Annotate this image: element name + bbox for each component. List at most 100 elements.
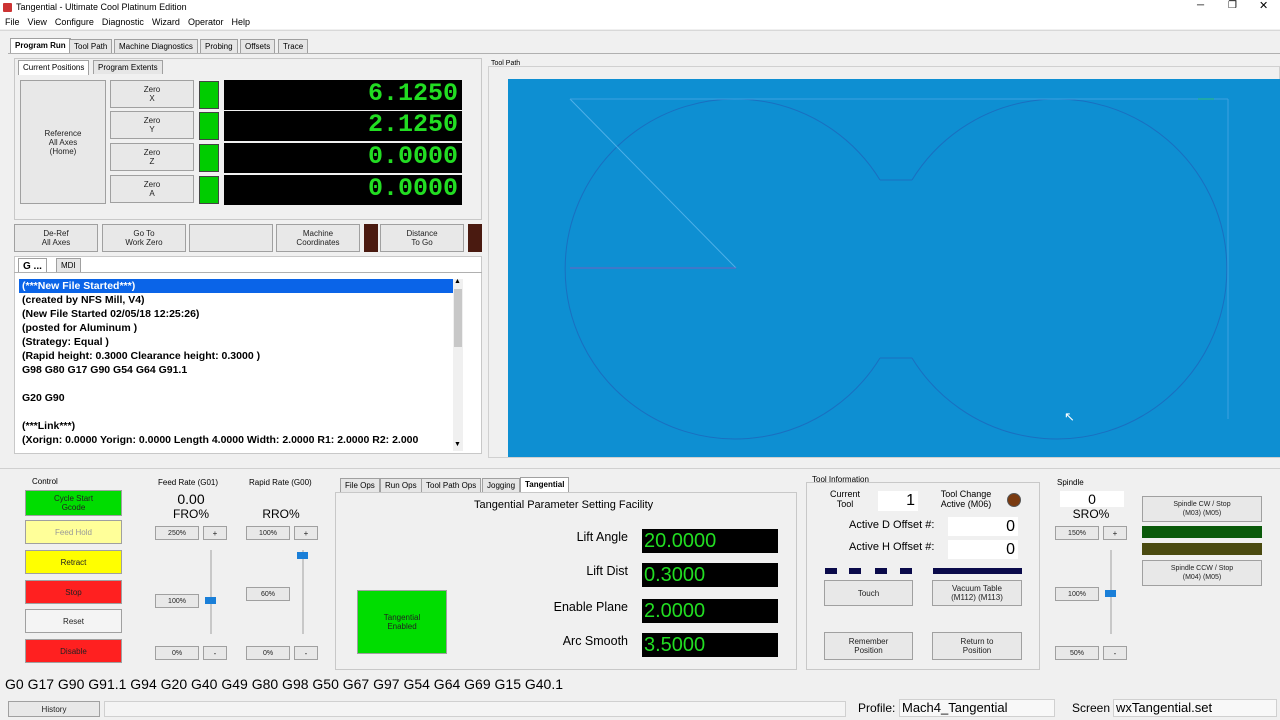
sro-max-button[interactable]: 150%	[1055, 526, 1099, 540]
deref-all-axes-button[interactable]: De-Ref All Axes	[14, 224, 98, 252]
remember-position-button[interactable]: Remember Position	[824, 632, 913, 660]
fro-min-button[interactable]: 0%	[155, 646, 199, 660]
close-icon[interactable]: ✕	[1259, 0, 1268, 12]
disable-button[interactable]: Disable	[25, 639, 122, 663]
sro-plus-button[interactable]: +	[1103, 526, 1127, 540]
tab-current-positions[interactable]: Current Positions	[18, 60, 90, 75]
rro-plus-button[interactable]: +	[294, 526, 318, 540]
rro-minus-button[interactable]: -	[294, 646, 318, 660]
dro-z[interactable]: 0.0000	[224, 143, 462, 173]
tab-gcode[interactable]: G ...	[18, 258, 47, 273]
sro-min-button[interactable]: 50%	[1055, 646, 1099, 660]
gcode-line[interactable]: G20 G90	[19, 391, 453, 405]
menu-configure[interactable]: Configure	[55, 15, 94, 29]
scroll-down-icon[interactable]: ▼	[454, 441, 461, 448]
tab-machine-diagnostics[interactable]: Machine Diagnostics	[114, 39, 198, 53]
zero-y-button[interactable]: Zero Y	[110, 111, 194, 139]
tab-program-run[interactable]: Program Run	[10, 38, 71, 53]
menu-wizard[interactable]: Wizard	[152, 15, 180, 29]
rro-min-button[interactable]: 0%	[246, 646, 290, 660]
menu-view[interactable]: View	[28, 15, 47, 29]
tab-program-extents[interactable]: Program Extents	[93, 60, 163, 74]
sro-slider-thumb[interactable]	[1105, 590, 1116, 597]
app-icon	[3, 3, 12, 12]
feed-hold-button[interactable]: Feed Hold	[25, 520, 122, 544]
gcode-line[interactable]: (created by NFS Mill, V4)	[19, 293, 453, 307]
mouse-cursor-icon: ↖	[1064, 409, 1075, 424]
feed-rate-title: Feed Rate (G01)	[158, 478, 219, 487]
fro-slider-thumb[interactable]	[205, 597, 216, 604]
gcode-list[interactable]: (***New File Started***) (created by NFS…	[19, 279, 453, 451]
gcode-line[interactable]: (Rapid height: 0.3000 Clearance height: …	[19, 349, 453, 363]
tab-trace[interactable]: Trace	[278, 39, 309, 53]
tab-tool-path[interactable]: Tool Path	[69, 39, 113, 53]
scroll-thumb[interactable]	[454, 289, 462, 347]
gcode-line[interactable]: (Xorign: 0.0000 Yorign: 0.0000 Length 4.…	[19, 433, 453, 447]
machine-coordinates-led	[364, 224, 378, 252]
restore-icon[interactable]: ❐	[1228, 0, 1237, 11]
gcode-tab-line	[14, 272, 482, 273]
reset-button[interactable]: Reset	[25, 609, 122, 633]
tab-offsets[interactable]: Offsets	[240, 39, 276, 53]
goto-work-zero-button[interactable]: Go To Work Zero	[102, 224, 186, 252]
rro-max-button[interactable]: 100%	[246, 526, 290, 540]
dro-y[interactable]: 2.1250	[224, 111, 462, 141]
tab-probing[interactable]: Probing	[200, 39, 238, 53]
menu-help[interactable]: Help	[231, 15, 250, 29]
zero-z-button[interactable]: Zero Z	[110, 143, 194, 171]
gcode-line-selected[interactable]: (***New File Started***)	[19, 279, 453, 293]
zero-a-button[interactable]: Zero A	[110, 175, 194, 203]
lift-dist-field[interactable]: 0.3000	[642, 563, 778, 587]
scroll-up-icon[interactable]: ▲	[454, 278, 461, 285]
minimize-icon[interactable]: ─	[1197, 0, 1204, 11]
menu-operator[interactable]: Operator	[188, 15, 224, 29]
reference-all-axes-button[interactable]: Reference All Axes (Home)	[20, 80, 106, 204]
fro-plus-button[interactable]: +	[203, 526, 227, 540]
tab-run-ops[interactable]: Run Ops	[380, 478, 422, 492]
dro-a[interactable]: 0.0000	[224, 175, 462, 205]
enable-plane-field[interactable]: 2.0000	[642, 599, 778, 623]
tab-mdi[interactable]: MDI	[56, 258, 81, 272]
axis-a-home-indicator	[199, 176, 219, 204]
gcode-line[interactable]: (New File Started 02/05/18 12:25:26)	[19, 307, 453, 321]
sro-minus-button[interactable]: -	[1103, 646, 1127, 660]
fro-max-button[interactable]: 250%	[155, 526, 199, 540]
stop-button[interactable]: Stop	[25, 580, 122, 604]
lift-angle-field[interactable]: 20.0000	[642, 529, 778, 553]
tab-tool-path-ops[interactable]: Tool Path Ops	[421, 478, 482, 492]
menu-diagnostic[interactable]: Diagnostic	[102, 15, 144, 29]
fro-minus-button[interactable]: -	[203, 646, 227, 660]
vacuum-table-button[interactable]: Vacuum Table (M112) (M113)	[932, 580, 1022, 606]
blank-button[interactable]	[189, 224, 273, 252]
gcode-line[interactable]: (***Link***)	[19, 419, 453, 433]
gcode-scrollbar[interactable]: ▲ ▼	[453, 278, 463, 451]
spindle-cw-button[interactable]: Spindle CW / Stop (M03) (M05)	[1142, 496, 1262, 522]
tangential-enabled-button[interactable]: Tangential Enabled	[357, 590, 447, 654]
gcode-line[interactable]	[19, 405, 453, 419]
tab-jogging[interactable]: Jogging	[482, 478, 521, 492]
gcode-line[interactable]	[19, 377, 453, 391]
sro-label: SRO%	[1072, 507, 1110, 521]
history-button[interactable]: History	[8, 701, 100, 717]
zero-x-button[interactable]: Zero X	[110, 80, 194, 108]
distance-to-go-button[interactable]: Distance To Go	[380, 224, 464, 252]
cycle-start-button[interactable]: Cycle Start Gcode	[25, 490, 122, 516]
rro-slider-thumb[interactable]	[297, 552, 308, 559]
spindle-ccw-button[interactable]: Spindle CCW / Stop (M04) (M05)	[1142, 560, 1262, 586]
tab-file-ops[interactable]: File Ops	[340, 478, 380, 492]
spindle-cw-led	[1142, 526, 1262, 538]
arc-smooth-field[interactable]: 3.5000	[642, 633, 778, 657]
menu-file[interactable]: File	[5, 15, 20, 29]
tab-tangential[interactable]: Tangential	[520, 477, 570, 492]
gcode-line[interactable]: G98 G80 G17 G90 G54 G64 G91.1	[19, 363, 453, 377]
dro-x[interactable]: 6.1250	[224, 80, 462, 110]
return-to-position-button[interactable]: Return to Position	[932, 632, 1022, 660]
gcode-line[interactable]: (posted for Aluminum )	[19, 321, 453, 335]
machine-coordinates-button[interactable]: Machine Coordinates	[276, 224, 360, 252]
toolpath-view[interactable]: ↖	[508, 79, 1280, 457]
gcode-line[interactable]: (Strategy: Equal )	[19, 335, 453, 349]
touch-button[interactable]: Touch	[824, 580, 913, 606]
retract-button[interactable]: Retract	[25, 550, 122, 574]
fro-current-field: 100%	[155, 594, 199, 608]
modal-codes: G0 G17 G90 G91.1 G94 G20 G40 G49 G80 G98…	[5, 676, 564, 692]
